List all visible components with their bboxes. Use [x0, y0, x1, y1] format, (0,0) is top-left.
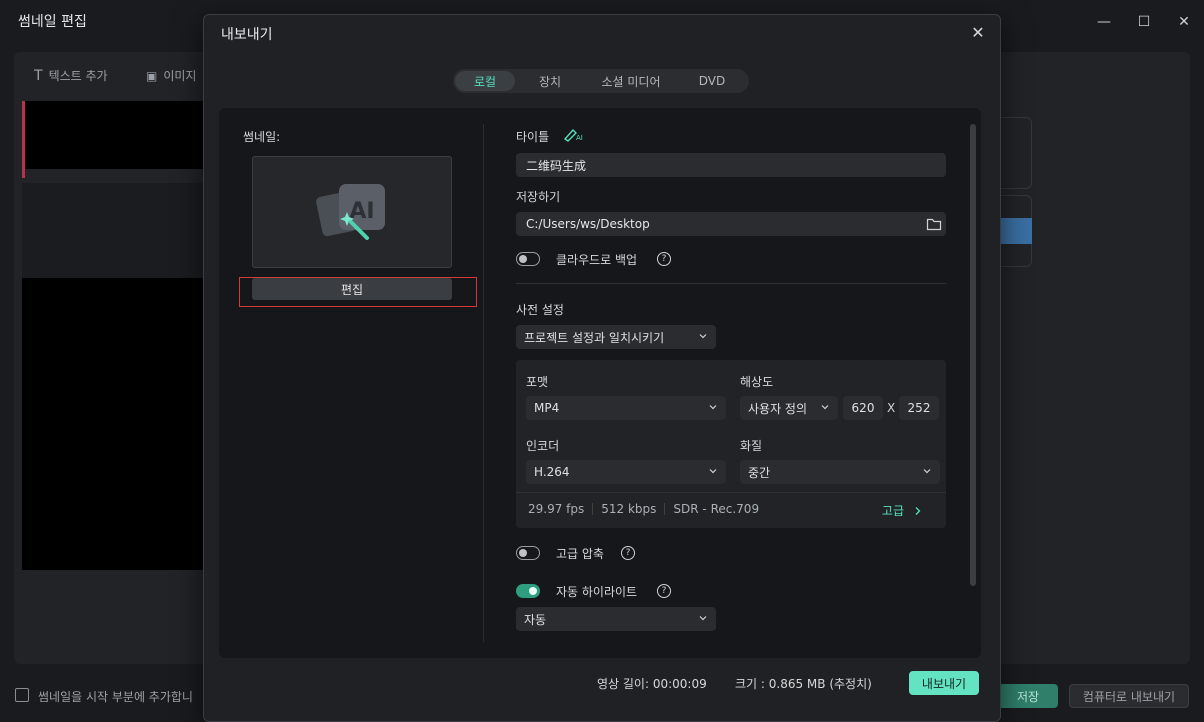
preset-label: 사전 설정 — [516, 303, 564, 317]
advanced-label: 고급 — [881, 504, 904, 518]
bitrate-value: 512 kbps — [601, 502, 657, 516]
add-image-label: 이미지 — [163, 69, 197, 83]
auto-highlight-toggle[interactable] — [516, 584, 540, 598]
video-duration: 영상 길이: 00:00:09 — [597, 677, 707, 691]
encoder-label: 인코더 — [526, 439, 560, 453]
format-value: MP4 — [534, 401, 560, 415]
quality-select[interactable]: 중간 — [740, 460, 940, 484]
resolution-label: 해상도 — [740, 375, 774, 389]
template-card[interactable] — [1000, 195, 1032, 267]
quality-value: 중간 — [748, 465, 771, 480]
maximize-icon[interactable]: ☐ — [1124, 0, 1164, 44]
tab-dvd[interactable]: DVD — [677, 71, 747, 91]
chevron-down-icon — [709, 469, 717, 474]
advanced-settings-link[interactable]: 고급 — [882, 502, 922, 519]
chevron-down-icon — [699, 334, 707, 339]
title-input[interactable]: 二维码生成 — [516, 153, 946, 177]
minimize-icon[interactable]: — — [1084, 0, 1124, 44]
resolution-mode-select[interactable]: 사용자 정의 — [740, 396, 838, 420]
save-to-label: 저장하기 — [516, 190, 561, 204]
chevron-down-icon — [699, 616, 707, 621]
ai-title-icon[interactable]: AI — [563, 126, 585, 142]
tab-local[interactable]: 로컬 — [455, 71, 515, 91]
add-thumbnail-checkbox[interactable] — [15, 688, 29, 702]
resolution-mode-value: 사용자 정의 — [748, 401, 808, 416]
tab-device[interactable]: 장치 — [515, 71, 585, 91]
resolution-height-input[interactable]: 252 — [899, 396, 939, 420]
export-dialog: 내보내기 ✕ 로컬 장치 소셜 미디어 DVD 썸네일: AI 편집 타이틀 A… — [203, 14, 1001, 722]
auto-highlight-value: 자동 — [524, 612, 547, 627]
chevron-down-icon — [821, 405, 829, 410]
format-settings-panel: 포맷 MP4 해상도 사용자 정의 620 X 252 인코더 H.264 화질… — [516, 360, 946, 528]
advanced-compression-toggle[interactable] — [516, 546, 540, 560]
save-path-value: C:/Users/ws/Desktop — [526, 217, 650, 231]
text-icon: T — [34, 67, 43, 84]
fps-value: 29.97 fps — [528, 502, 585, 516]
image-icon: ▣ — [146, 68, 158, 83]
chevron-down-icon — [923, 469, 931, 474]
cloud-backup-label: 클라우드로 백업 — [556, 253, 638, 267]
preview-canvas-lower — [22, 278, 212, 570]
ai-image-icon: AI — [316, 184, 385, 240]
save-path-field[interactable]: C:/Users/ws/Desktop — [516, 212, 946, 236]
preset-select[interactable]: 프로젝트 설정과 일치시키기 — [516, 325, 716, 349]
chevron-right-icon — [915, 506, 921, 515]
dialog-title: 내보내기 — [221, 27, 273, 43]
advanced-compression-label: 고급 압축 — [556, 547, 604, 561]
preset-value: 프로젝트 설정과 일치시키기 — [524, 330, 665, 345]
auto-highlight-label: 자동 하이라이트 — [556, 585, 638, 599]
encoder-value: H.264 — [534, 465, 570, 479]
encoder-select[interactable]: H.264 — [526, 460, 726, 484]
format-label: 포맷 — [526, 375, 549, 389]
add-text-label: 텍스트 추가 — [48, 69, 108, 83]
playhead-marker[interactable] — [22, 101, 25, 178]
thumbnail-label: 썸네일: — [243, 130, 281, 144]
export-to-computer-button[interactable]: 컴퓨터로 내보내기 — [1069, 684, 1189, 708]
resolution-width-input[interactable]: 620 — [843, 396, 883, 420]
add-image-tool[interactable]: ▣ 이미지 — [146, 67, 196, 84]
export-content: 썸네일: AI 편집 타이틀 AI 二维码生成 저장하기 C:/Users/ws… — [219, 108, 981, 658]
color-space-value: SDR - Rec.709 — [673, 502, 760, 516]
close-window-icon[interactable]: ✕ — [1164, 0, 1204, 44]
add-text-tool[interactable]: T 텍스트 추가 — [34, 67, 108, 84]
svg-text:AI: AI — [349, 199, 374, 224]
window-controls: — ☐ ✕ — [1084, 0, 1204, 44]
scrollbar[interactable] — [970, 124, 976, 586]
format-select[interactable]: MP4 — [526, 396, 726, 420]
preview-strip — [22, 183, 212, 278]
svg-text:AI: AI — [576, 134, 583, 142]
tab-social-media[interactable]: 소셜 미디어 — [585, 71, 677, 91]
help-icon[interactable]: ? — [657, 584, 671, 598]
background-window-title: 썸네일 편집 — [18, 14, 87, 30]
export-button[interactable]: 내보내기 — [909, 671, 979, 695]
export-tabs: 로컬 장치 소셜 미디어 DVD — [453, 69, 749, 93]
help-icon[interactable]: ? — [657, 252, 671, 266]
help-icon[interactable]: ? — [621, 546, 635, 560]
preview-canvas — [22, 101, 212, 169]
estimated-size: 크기 : 0.865 MB (추정치) — [735, 677, 872, 691]
selected-card-band — [1000, 218, 1032, 244]
add-thumbnail-label: 썸네일을 시작 부분에 추가합니 — [38, 690, 193, 704]
cloud-backup-toggle[interactable] — [516, 252, 540, 266]
template-card[interactable] — [1000, 117, 1032, 189]
folder-icon[interactable] — [926, 216, 942, 232]
quality-label: 화질 — [740, 439, 763, 453]
column-divider — [483, 124, 484, 642]
auto-highlight-select[interactable]: 자동 — [516, 607, 716, 631]
close-icon[interactable]: ✕ — [968, 22, 988, 42]
section-divider — [516, 283, 946, 284]
title-label: 타이틀 — [516, 130, 550, 144]
export-meta-info: 29.97 fps 512 kbps SDR - Rec.709 — [528, 502, 759, 516]
chevron-down-icon — [709, 405, 717, 410]
thumbnail-preview[interactable]: AI — [252, 156, 452, 268]
resolution-separator: X — [887, 401, 896, 415]
edit-thumbnail-button[interactable]: 편집 — [252, 278, 452, 300]
meta-divider — [516, 492, 946, 493]
background-save-button[interactable]: 저장 — [998, 684, 1058, 708]
